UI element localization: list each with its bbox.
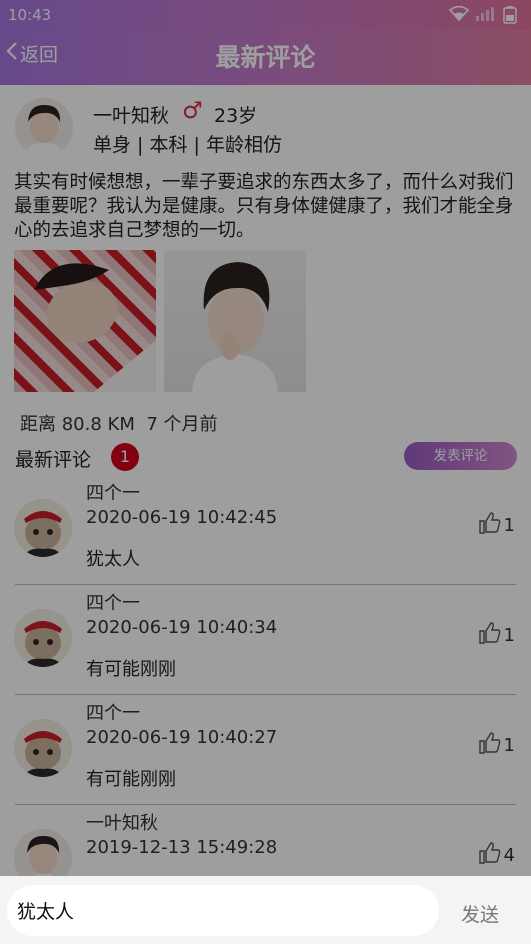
comment-item: 四个一 2020-06-19 10:42:45 犹太人 1: [0, 475, 531, 585]
status-time: 10:43: [8, 6, 52, 24]
like-count: 4: [503, 845, 515, 866]
comment-text: 有可能刚刚: [86, 659, 176, 680]
post-text: 其实有时候想想，一辈子要追求的东西太多了，而什么对我们最重要呢？我认为是健康。只…: [14, 172, 514, 241]
like-count: 1: [503, 625, 515, 646]
thumbs-up-icon: [478, 511, 502, 540]
comment-count-badge: 1: [111, 443, 139, 471]
comment-time: 2020-06-19 10:40:27: [86, 727, 278, 748]
comment-text: 犹太人: [86, 549, 140, 570]
comment-text: 有可能刚刚: [86, 769, 176, 790]
post-distance: 距离 80.8 KM: [20, 414, 135, 435]
commenter-avatar[interactable]: [14, 499, 72, 557]
like-button[interactable]: 1: [478, 511, 515, 540]
battery-icon: [503, 6, 517, 28]
comment-input-bar: 发送: [0, 876, 531, 944]
comment-item: 一叶知秋 2019-12-13 15:49:28 4: [0, 805, 531, 876]
post-meta: 距离 80.8 KM 7 个月前: [20, 410, 218, 436]
send-button[interactable]: 发送: [461, 900, 499, 927]
commenter-name: 四个一: [86, 483, 140, 504]
wifi-icon: [448, 5, 470, 28]
commenter-avatar[interactable]: [14, 829, 72, 876]
comments-heading: 最新评论: [15, 449, 92, 471]
author-tags: 单身 | 本科 | 年龄相仿: [93, 134, 282, 156]
post-photo[interactable]: [14, 250, 156, 392]
like-button[interactable]: 4: [478, 841, 515, 870]
commenter-name: 四个一: [86, 593, 140, 614]
thumbs-up-icon: [478, 731, 502, 760]
thumbs-up-icon: [478, 841, 502, 870]
post-comment-button[interactable]: 发表评论: [404, 442, 517, 470]
author-age: 23岁: [214, 105, 258, 127]
post-time: 7 个月前: [146, 414, 218, 435]
like-count: 1: [503, 735, 515, 756]
comment-time: 2020-06-19 10:40:34: [86, 617, 278, 638]
comment-input[interactable]: [7, 885, 439, 936]
status-icons: [448, 5, 517, 28]
content-area[interactable]: 一叶知秋 ♂ 23岁 单身 | 本科 | 年龄相仿 其实有时候想想，一辈子要追求…: [0, 85, 531, 876]
app-header: 返回 最新评论: [0, 30, 531, 85]
commenter-avatar[interactable]: [14, 609, 72, 667]
commenter-name: 四个一: [86, 703, 140, 724]
comment-time: 2020-06-19 10:42:45: [86, 507, 278, 528]
author-name: 一叶知秋: [93, 105, 170, 127]
page-title: 最新评论: [215, 43, 316, 72]
commenter-avatar[interactable]: [14, 719, 72, 777]
comment-time: 2019-12-13 15:49:28: [86, 837, 278, 858]
comment-item: 四个一 2020-06-19 10:40:27 有可能刚刚 1: [0, 695, 531, 805]
comment-item: 四个一 2020-06-19 10:40:34 有可能刚刚 1: [0, 585, 531, 695]
like-button[interactable]: 1: [478, 621, 515, 650]
like-count: 1: [503, 515, 515, 536]
signal-icon: [475, 6, 497, 28]
like-button[interactable]: 1: [478, 731, 515, 760]
male-icon: ♂: [182, 98, 203, 124]
author-avatar[interactable]: [15, 98, 73, 156]
post-author: 一叶知秋 ♂ 23岁 单身 | 本科 | 年龄相仿: [15, 98, 515, 158]
commenter-name: 一叶知秋: [86, 813, 158, 834]
status-bar: 10:43: [0, 0, 531, 30]
thumbs-up-icon: [478, 621, 502, 650]
post-photo[interactable]: [164, 250, 306, 392]
